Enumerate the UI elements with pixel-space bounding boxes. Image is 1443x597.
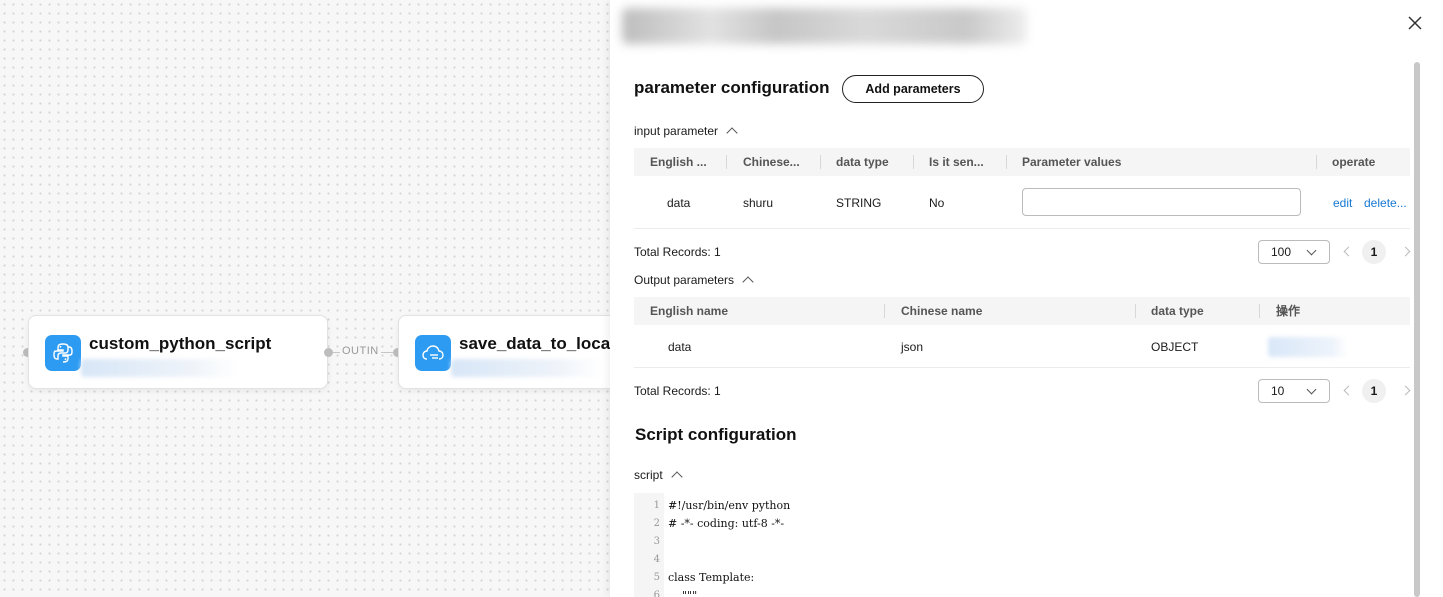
- next-page-icon[interactable]: [1402, 245, 1412, 259]
- delete-link[interactable]: delete...: [1364, 196, 1407, 210]
- parameter-value-input[interactable]: [1022, 188, 1301, 216]
- chevron-up-icon: [671, 471, 683, 483]
- col-sensitive: Is it sen...: [929, 155, 984, 169]
- cell-data-type: OBJECT: [1151, 340, 1199, 354]
- page-number[interactable]: 1: [1362, 379, 1386, 403]
- code-editor[interactable]: 1 #!/usr/bin/env python 2 # -*- coding: ut…: [634, 493, 1410, 597]
- close-icon[interactable]: [1406, 14, 1424, 32]
- code-line: 6 """: [653, 589, 698, 597]
- cell-chinese: shuru: [743, 196, 774, 210]
- node-title: save_data_to_local_: [459, 334, 612, 353]
- col-chinese-name: Chinese name: [901, 304, 983, 318]
- output-parameter-table: English name Chinese name data type 操作 d…: [634, 297, 1410, 368]
- page-size-value: 100: [1271, 245, 1292, 259]
- cloud-upload-icon: [415, 335, 451, 371]
- section-label: script: [634, 468, 663, 482]
- page-size-select[interactable]: 100: [1258, 240, 1330, 264]
- page-size-value: 10: [1271, 384, 1285, 398]
- code-line: 4: [653, 554, 660, 565]
- workflow-canvas[interactable]: custom_python_script OUTIN save_data_to_…: [0, 0, 612, 597]
- section-label: input parameter: [634, 124, 719, 138]
- node-save-data-to-local[interactable]: save_data_to_local_: [398, 315, 612, 389]
- total-records: Total Records: 1: [634, 245, 721, 259]
- col-data-type: data type: [1151, 304, 1204, 318]
- operate-redacted: [1268, 337, 1348, 357]
- section-label: Output parameters: [634, 273, 735, 287]
- col-operate: 操作: [1276, 304, 1301, 318]
- cell-sensitive: No: [929, 196, 945, 210]
- code-line: 3: [653, 536, 660, 547]
- next-page-icon[interactable]: [1402, 384, 1412, 398]
- table-row: data json OBJECT: [634, 325, 1410, 368]
- table-header: English name Chinese name data type 操作: [634, 297, 1410, 325]
- prev-page-icon[interactable]: [1342, 245, 1352, 259]
- table-header: English ... Chinese... data type Is it s…: [634, 148, 1410, 176]
- col-parameter-values: Parameter values: [1022, 155, 1122, 169]
- table-row: data shuru STRING No edit delete...: [634, 176, 1410, 229]
- panel-title-redacted: [622, 8, 1027, 44]
- node-subtitle-redacted: [81, 359, 237, 377]
- node1-output-port[interactable]: [324, 348, 333, 357]
- chevron-up-icon: [742, 276, 754, 288]
- cell-english: data: [668, 340, 692, 354]
- input-parameter-toggle[interactable]: input parameter: [634, 124, 738, 139]
- config-drawer: parameter configuration Add parameters i…: [610, 0, 1443, 597]
- prev-page-icon[interactable]: [1342, 384, 1352, 398]
- python-icon: [45, 335, 81, 371]
- node-custom-python-script[interactable]: custom_python_script: [28, 315, 328, 389]
- total-records: Total Records: 1: [634, 384, 721, 398]
- code-line: 2 # -*- coding: utf-8 -*-: [653, 517, 785, 530]
- col-data-type: data type: [836, 155, 889, 169]
- parameter-config-title: parameter configuration: [634, 78, 830, 97]
- input-parameter-table: English ... Chinese... data type Is it s…: [634, 148, 1410, 229]
- node-title: custom_python_script: [89, 334, 272, 353]
- col-english-name: English name: [650, 304, 729, 318]
- scrollbar[interactable]: [1414, 62, 1420, 597]
- code-line: 1 #!/usr/bin/env python: [653, 499, 791, 512]
- page-number[interactable]: 1: [1362, 240, 1386, 264]
- col-operate: operate: [1332, 155, 1376, 169]
- output-parameters-toggle[interactable]: Output parameters: [634, 273, 754, 288]
- edit-link[interactable]: edit: [1333, 196, 1352, 210]
- chevron-down-icon: [1306, 245, 1317, 256]
- page-size-select[interactable]: 10: [1258, 379, 1330, 403]
- script-config-title: Script configuration: [635, 425, 797, 444]
- script-toggle[interactable]: script: [634, 468, 683, 483]
- cell-data-type: STRING: [836, 196, 882, 210]
- edge-label: OUTIN: [340, 345, 381, 357]
- col-chinese: Chinese...: [743, 155, 800, 169]
- cell-english: data: [667, 196, 691, 210]
- code-line: 5 class Template:: [653, 571, 755, 584]
- node-subtitle-redacted: [451, 359, 601, 377]
- col-english: English ...: [650, 155, 707, 169]
- add-parameters-button[interactable]: Add parameters: [842, 75, 984, 103]
- chevron-down-icon: [1306, 384, 1317, 395]
- chevron-up-icon: [726, 127, 738, 139]
- cell-chinese: json: [901, 340, 924, 354]
